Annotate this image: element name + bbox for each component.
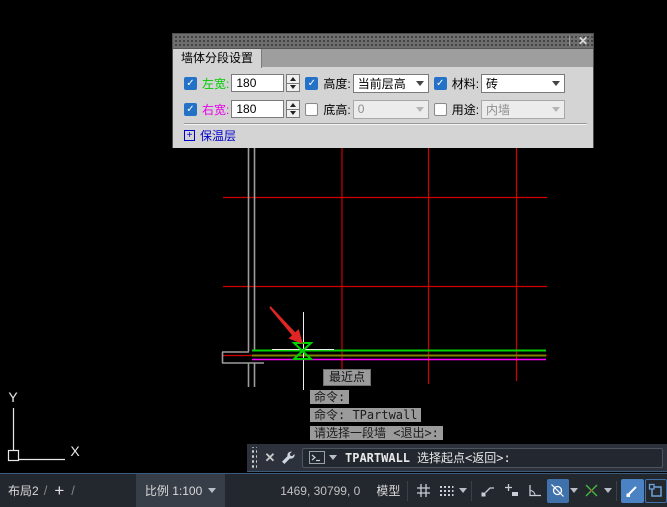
close-icon[interactable]: ✕ [575,35,591,47]
divider [616,480,618,501]
chevron-down-icon [208,488,217,493]
wrench-icon[interactable] [278,449,298,467]
snap-mode-icon[interactable] [436,479,458,503]
left-width-label: 左宽: [202,76,230,91]
height-checkbox[interactable]: ✓ [305,76,319,90]
isolate-objects-icon[interactable] [644,478,667,503]
usage-dropdown[interactable]: 内墙 [481,99,566,119]
chevron-down-icon[interactable] [329,455,337,460]
height-value: 当前层高 [357,76,406,91]
palette-grip-handle[interactable] [250,446,257,469]
right-width-checkbox[interactable]: ✓ [184,102,197,116]
dialog-tab-row: 墙体分段设置 [173,48,593,68]
scale-value: 比例 1:100 [144,484,203,498]
bottom-height-dropdown[interactable]: 0 [352,99,429,119]
left-width-checkbox[interactable]: ✓ [184,76,197,90]
tab-separator: / [71,483,75,498]
active-command: TPARTWALL [345,450,411,465]
material-label: 材料: [451,76,480,91]
chevron-down-icon [552,80,561,86]
material-checkbox[interactable]: ✓ [433,76,447,90]
ucs-x-label: X [70,443,80,459]
ucs-icon [7,408,65,462]
expand-icon[interactable]: + [184,129,195,141]
usage-label: 用途: [451,102,480,117]
object-snap-icon[interactable] [546,478,570,503]
dynamic-input-icon[interactable] [476,479,498,503]
material-dropdown[interactable]: 砖 [481,73,566,93]
check-icon: ✓ [307,77,317,89]
height-label: 高度: [323,76,351,91]
insulation-label: 保温层 [200,128,237,143]
axis-grid-lines [222,148,547,384]
close-icon[interactable]: ✕ [262,450,278,466]
tab-separator: / [43,483,48,498]
chevron-down-icon[interactable] [603,479,613,503]
check-icon: ✓ [186,77,195,89]
stepper-down-icon[interactable] [286,83,301,92]
check-icon: ✓ [186,103,195,115]
divider [471,480,473,501]
layout-tab[interactable]: 布局2 [8,482,39,499]
command-prompt-text: 选择起点<返回>: [417,451,511,465]
command-history-line: 命令: [310,390,350,404]
material-value: 砖 [486,76,499,91]
usage-checkbox[interactable] [433,102,447,116]
polar-tracking-icon[interactable] [523,479,545,503]
right-width-input[interactable] [231,100,285,118]
left-width-input[interactable] [231,74,285,92]
lineweight-display-icon[interactable] [621,478,644,503]
chevron-down-icon [415,80,424,86]
bottom-height-checkbox[interactable] [305,102,319,116]
height-dropdown[interactable]: 当前层高 [352,73,429,93]
usage-value: 内墙 [486,102,511,117]
dialog-body: ✓ 左宽: ✓ 高度: 当前层高 ✓ 材料: 砖 [173,67,593,148]
command-line-palette: ✕ TPARTWALL 选择起点<返回>: [247,444,667,472]
left-width-stepper[interactable] [286,74,301,92]
ucs-y-label: Y [8,389,18,405]
cad-application-window: Y X 最近点 命令: 命令: TPartwall 请选择一段墙 <退出>: ✕… [0,0,667,507]
model-space-button[interactable]: 模型 [372,482,404,499]
dialog-title-tab[interactable]: 墙体分段设置 [173,49,263,68]
command-prompt-icon[interactable] [309,451,325,464]
stepper-down-icon[interactable] [286,109,301,118]
ortho-mode-icon[interactable] [500,479,522,503]
right-width-stepper[interactable] [286,100,301,118]
bottom-height-value: 0 [357,102,365,116]
annotation-arrow-icon [269,306,303,344]
insulation-expander[interactable]: + 保温层 [184,125,593,145]
stepper-up-icon[interactable] [286,74,301,84]
command-history-line: 命令: TPartwall [310,408,422,422]
divider [407,480,409,501]
chevron-down-icon [415,106,424,112]
status-bar: 布局2 / + / 比例 1:100 1469, 30799, 0 模型 [0,473,667,507]
scale-selector[interactable]: 比例 1:100 [135,473,226,507]
stepper-up-icon[interactable] [286,100,301,110]
snap-tooltip: 最近点 [323,369,372,386]
wall-segment-settings-dialog: ✕ 墙体分段设置 ✓ 左宽: ✓ 高度: 当前层高 [172,33,594,148]
bottom-height-label: 底高: [323,102,351,117]
command-input[interactable]: TPARTWALL 选择起点<返回>: [302,447,663,468]
dialog-row-2: ✓ 右宽: 底高: 0 用途: 内墙 [184,96,593,122]
divider [569,36,570,46]
object-snap-tracking-icon[interactable] [580,479,602,503]
chevron-down-icon[interactable] [458,479,468,503]
command-history-line: 请选择一段墙 <退出>: [310,426,443,440]
chevron-down-icon [552,106,561,112]
check-icon: ✓ [435,77,445,89]
chevron-down-icon[interactable] [569,479,579,503]
coordinates-readout: 1469, 30799, 0 [280,483,361,498]
grid-display-icon[interactable] [412,479,434,503]
right-width-label: 右宽: [202,102,230,117]
new-layout-button[interactable]: + [54,481,64,501]
dialog-row-1: ✓ 左宽: ✓ 高度: 当前层高 ✓ 材料: 砖 [184,70,593,96]
dialog-drag-bar[interactable]: ✕ [173,34,593,48]
